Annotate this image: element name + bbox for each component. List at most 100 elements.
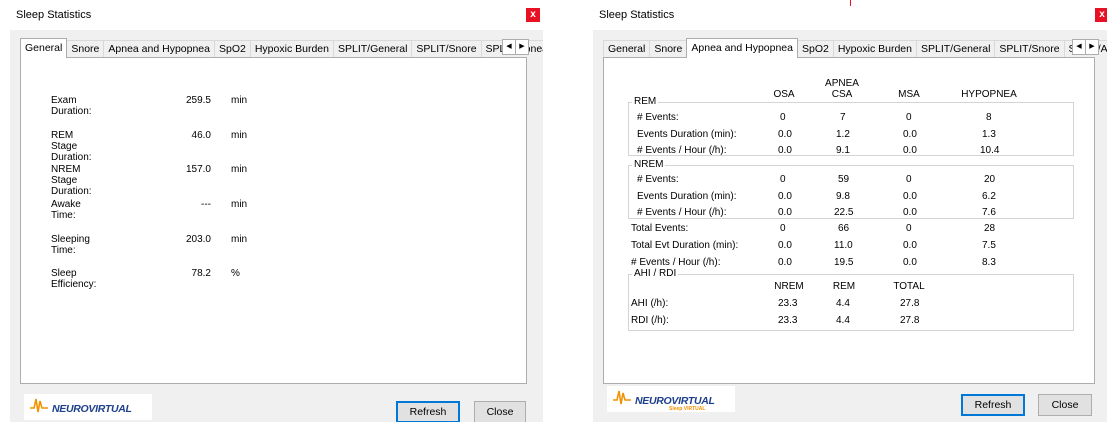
tab-scroll: ◀ ▶ [502, 39, 529, 55]
col-hypopnea: HYPOPNEA [961, 89, 1017, 100]
sleep-statistics-window-apnea: Sleep Statistics x General Snore Apnea and… [593, 0, 1107, 422]
stat-unit: min [231, 130, 248, 141]
neurovirtual-logo: NEUROVIRTUAL Sleep VIRTUAL [607, 386, 735, 412]
ahi-rdi-group-label: AHI / RDI [632, 268, 679, 279]
stat-value: 78.2 [191, 268, 211, 279]
tab-scroll-right-icon[interactable]: ▶ [1085, 39, 1099, 55]
stat-label: Sleep Efficiency: [51, 268, 97, 290]
col-msa: MSA [898, 89, 920, 100]
general-panel: Exam Duration: 259.5 min REM Stage Durat… [20, 57, 527, 384]
close-icon[interactable]: x [526, 8, 540, 22]
rem-group-label: REM [632, 96, 659, 107]
tab-scroll-left-icon[interactable]: ◀ [1072, 39, 1086, 55]
stat-label: Exam Duration: [51, 95, 92, 117]
apnea-hypopnea-panel: APNEA OSA CSA MSA HYPOPNEA REM # Events:… [603, 57, 1095, 384]
tab-split-general[interactable]: SPLIT/General [915, 40, 996, 58]
stat-label: Awake Time: [51, 199, 81, 221]
rdi-total: 27.8 [900, 315, 920, 326]
tab-hypoxic-burden[interactable]: Hypoxic Burden [249, 40, 334, 58]
close-button[interactable]: Close [474, 401, 526, 422]
nrem-group-label: NREM [632, 159, 666, 170]
ahi-rem: 4.4 [836, 298, 850, 309]
tab-snore[interactable]: Snore [66, 40, 105, 58]
total-events-msa: 0 [906, 223, 912, 234]
tab-hypoxic-burden[interactable]: Hypoxic Burden [832, 40, 917, 58]
total-dur-osa: 0.0 [778, 240, 792, 251]
total-dur-msa: 0.0 [903, 240, 917, 251]
stat-label: REM Stage Duration: [51, 130, 92, 163]
nrem-events-msa: 0 [906, 174, 912, 185]
col-rem: REM [832, 281, 856, 292]
col-nrem: NREM [774, 281, 804, 292]
tab-strip: General Snore Apnea and Hypopnea SpO2 Hypoxi… [603, 38, 1107, 58]
row-label: # Events: [637, 174, 679, 185]
total-rate-msa: 0.0 [903, 257, 917, 268]
row-label: # Events / Hour (/h): [637, 207, 727, 218]
tab-apnea-hypopnea[interactable]: Apnea and Hypopnea [686, 38, 798, 58]
total-rate-osa: 0.0 [778, 257, 792, 268]
total-events-osa: 0 [780, 223, 786, 234]
tab-spo2[interactable]: SpO2 [796, 40, 834, 58]
nrem-rate-csa: 22.5 [834, 207, 854, 218]
rem-dur-csa: 1.2 [836, 129, 850, 140]
row-label: # Events / Hour (/h): [637, 145, 727, 156]
refresh-button[interactable]: Refresh [396, 401, 460, 422]
decorative-mark [850, 0, 851, 6]
col-csa: CSA [831, 89, 853, 100]
tab-snore[interactable]: Snore [649, 40, 688, 58]
total-dur-csa: 11.0 [834, 240, 853, 251]
tab-scroll-right-icon[interactable]: ▶ [515, 39, 529, 55]
tab-strip: General Snore Apnea and Hypopnea SpO2 Hypoxi… [20, 38, 543, 58]
window-title: Sleep Statistics [16, 9, 92, 21]
rdi-rem: 4.4 [836, 315, 850, 326]
row-label: AHI (/h): [631, 298, 669, 309]
total-events-csa: 66 [838, 223, 850, 234]
tab-split-snore[interactable]: SPLIT/Snore [411, 40, 482, 58]
logo-wave-icon [30, 398, 48, 413]
rem-dur-msa: 0.0 [903, 129, 917, 140]
tab-split-snore[interactable]: SPLIT/Snore [994, 40, 1065, 58]
apnea-header: APNEA [825, 78, 859, 89]
row-label: Events Duration (min): [637, 129, 737, 140]
tab-spo2[interactable]: SpO2 [213, 40, 251, 58]
stat-value: 259.5 [185, 95, 211, 106]
stat-unit: min [231, 164, 248, 175]
stat-label: NREM Stage Duration: [51, 164, 92, 197]
refresh-button[interactable]: Refresh [961, 394, 1025, 416]
nrem-events-csa: 59 [838, 174, 850, 185]
row-label: Total Events: [631, 223, 689, 234]
tab-general[interactable]: General [20, 38, 68, 58]
close-button[interactable]: Close [1038, 394, 1092, 416]
tab-split-general[interactable]: SPLIT/General [332, 40, 413, 58]
tab-scroll-left-icon[interactable]: ◀ [502, 39, 516, 55]
nrem-rate-msa: 0.0 [903, 207, 917, 218]
ahi-nrem: 23.3 [778, 298, 798, 309]
nrem-dur-osa: 0.0 [778, 191, 792, 202]
rem-rate-msa: 0.0 [903, 145, 917, 156]
total-events-hyp: 28 [984, 223, 996, 234]
col-osa: OSA [773, 89, 795, 100]
stat-unit: min [231, 95, 248, 106]
total-dur-hyp: 7.5 [982, 240, 996, 251]
tab-general[interactable]: General [603, 40, 651, 58]
rem-dur-hyp: 1.3 [982, 129, 996, 140]
neurovirtual-logo: NEUROVIRTUAL [24, 394, 152, 420]
stat-value: --- [201, 199, 211, 210]
rem-rate-hyp: 10.4 [980, 145, 1000, 156]
rem-events-hyp: 8 [986, 112, 992, 123]
stat-unit: % [231, 268, 240, 279]
logo-wave-icon [613, 390, 631, 405]
nrem-dur-hyp: 6.2 [982, 191, 996, 202]
tab-scroll: ◀ ▶ [1072, 39, 1099, 55]
ahi-total: 27.8 [900, 298, 920, 309]
tab-apnea-hypopnea[interactable]: Apnea and Hypopnea [103, 40, 215, 58]
stat-value: 46.0 [191, 130, 211, 141]
close-icon[interactable]: x [1095, 8, 1107, 22]
rem-events-csa: 7 [840, 112, 846, 123]
row-label: # Events / Hour (/h): [631, 257, 721, 268]
rem-events-msa: 0 [906, 112, 912, 123]
stat-value: 157.0 [185, 164, 211, 175]
logo-subtitle: Sleep VIRTUAL [669, 406, 706, 412]
rem-rate-csa: 9.1 [836, 145, 850, 156]
window-title: Sleep Statistics [599, 9, 675, 21]
